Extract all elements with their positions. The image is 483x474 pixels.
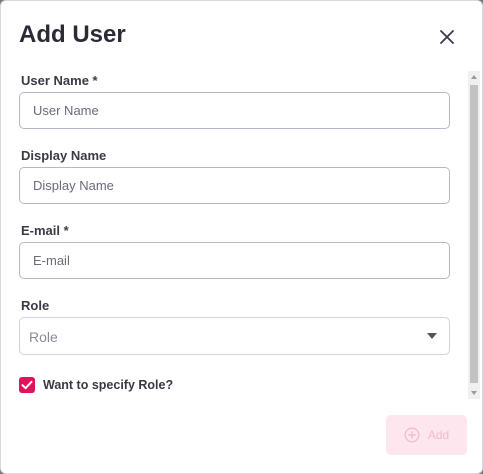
checkmark-icon <box>21 380 33 390</box>
specify-role-label: Want to specify Role? <box>43 378 174 392</box>
user-name-label: User Name * <box>21 73 98 88</box>
user-name-input[interactable] <box>19 92 450 129</box>
role-select-value: Role <box>29 329 58 345</box>
display-name-label: Display Name <box>21 148 107 163</box>
plus-circle-icon <box>404 427 420 443</box>
email-label: E-mail * <box>21 223 69 238</box>
close-icon <box>440 30 454 44</box>
add-button[interactable]: Add <box>386 415 467 455</box>
specify-role-checkbox[interactable] <box>19 377 35 393</box>
role-select[interactable]: Role <box>19 317 450 355</box>
scrollbar-thumb[interactable] <box>470 85 478 383</box>
add-user-dialog: Add User User Name * Display Name E-mail… <box>0 0 483 474</box>
add-button-label: Add <box>427 428 450 442</box>
dialog-title: Add User <box>19 21 126 48</box>
display-name-input[interactable] <box>19 167 450 204</box>
close-button[interactable] <box>435 25 459 49</box>
role-label: Role <box>21 298 50 313</box>
scroll-down-icon[interactable] <box>471 391 477 395</box>
chevron-down-icon <box>427 333 437 339</box>
form-scrollbar[interactable] <box>468 71 480 399</box>
email-input[interactable] <box>19 242 450 279</box>
scroll-up-icon[interactable] <box>471 75 477 79</box>
